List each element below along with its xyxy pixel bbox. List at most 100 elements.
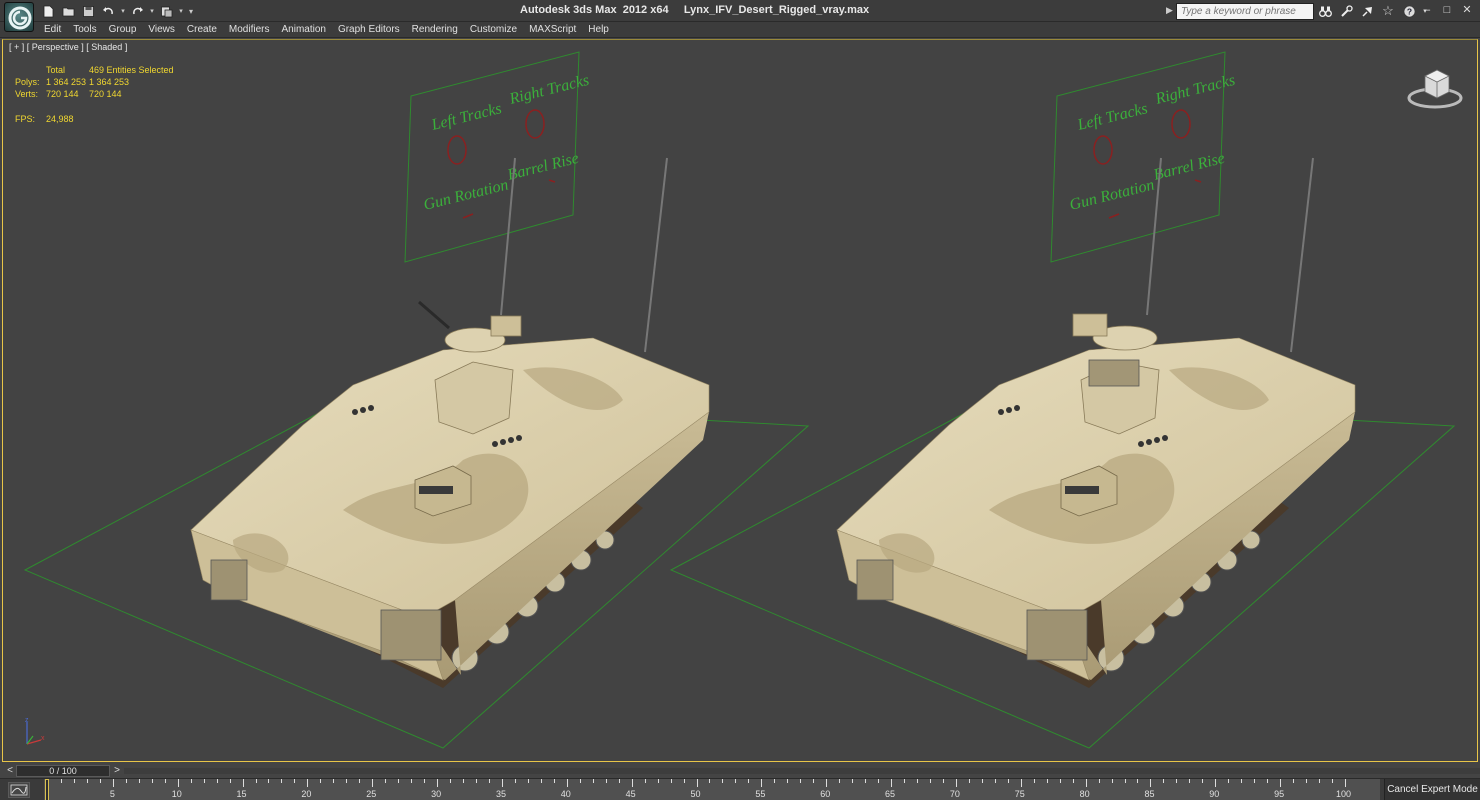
timeline-tick — [1241, 779, 1243, 783]
application-button[interactable] — [4, 2, 34, 32]
track-bar: 5 10 15 20 25 30 35 40 45 50 55 60 65 70 75 80 85 90 95 100… — [0, 778, 1480, 800]
new-file-icon — [43, 5, 54, 17]
timeline-tick — [968, 779, 970, 783]
timeline-tick — [177, 779, 179, 787]
timeline-tick-label: 95 — [1274, 789, 1285, 799]
timeline-tick — [307, 779, 309, 787]
statistics-overlay: Total 469 Entities Selected Polys: 1 364… — [15, 64, 199, 125]
menu-edit[interactable]: Edit — [44, 23, 67, 37]
vehicle-right[interactable]: Left Tracks Right Tracks Gun Rotation Ba… — [669, 51, 1456, 749]
timeline-tick — [112, 779, 114, 787]
control-panel-left[interactable]: Left Tracks Right Tracks Gun Rotation Ba… — [404, 51, 591, 263]
menu-tools[interactable]: Tools — [67, 23, 102, 37]
undo-button[interactable] — [100, 3, 117, 19]
new-file-button[interactable] — [40, 3, 57, 19]
control-panel-right[interactable]: Left Tracks Right Tracks Gun Rotation Ba… — [1050, 51, 1237, 263]
stats-fps-value: 24,988 — [46, 114, 74, 124]
timeline-tick — [955, 779, 957, 787]
search-input[interactable] — [1176, 3, 1314, 20]
timeline-tick — [1293, 779, 1295, 783]
timeline-ruler[interactable]: 5 10 15 20 25 30 35 40 45 50 55 60 65 70 75 80 85 90 95 100 — [44, 779, 1380, 800]
time-slider-thumb[interactable]: 0 / 100 — [16, 765, 110, 777]
minimize-button[interactable]: – — [1422, 3, 1432, 17]
subscription-center-button[interactable] — [1338, 3, 1354, 19]
undo-dropdown[interactable]: ▾ — [120, 3, 126, 19]
scene-render: Left Tracks Right Tracks Gun Rotation Ba… — [23, 51, 1456, 749]
timeline-tick — [722, 779, 724, 783]
timeline-tick — [774, 779, 776, 783]
3dsmax-logo-icon — [8, 6, 32, 30]
timeline-tick — [1189, 779, 1191, 783]
menu-customize[interactable]: Customize — [464, 23, 523, 37]
close-button[interactable]: ✕ — [1462, 3, 1472, 17]
wrench-key-icon — [1340, 4, 1353, 17]
timeline-tick — [138, 779, 140, 783]
menu-group[interactable]: Group — [103, 23, 143, 37]
timeline-tick-label: 20 — [301, 789, 312, 799]
timeline-tick — [592, 779, 594, 783]
viewport-label[interactable]: [ + ] [ Perspective ] [ Shaded ] — [9, 42, 127, 52]
menu-create[interactable]: Create — [181, 23, 223, 37]
menu-modifiers[interactable]: Modifiers — [223, 23, 276, 37]
stats-verts-label: Verts: — [15, 89, 39, 99]
undo-icon — [103, 6, 113, 14]
axis-tripod-icon: z x — [25, 717, 45, 745]
timeline-tick — [294, 779, 296, 783]
search-expand-icon[interactable]: ▶ — [1166, 5, 1173, 16]
timeline-tick-label: 75 — [1014, 789, 1025, 799]
timeline-tick — [346, 779, 348, 783]
time-slider-next-button[interactable]: > — [111, 764, 123, 777]
help-button[interactable]: ? — [1401, 3, 1417, 19]
timeline-tick-label: 65 — [885, 789, 896, 799]
stats-selected-header: 469 Entities Selected — [89, 65, 174, 75]
stats-verts-row: Verts: 720 144 720 144 — [15, 88, 199, 100]
vehicle-left[interactable]: Left Tracks Right Tracks Gun Rotation Ba… — [23, 51, 810, 749]
label-right-tracks: Right Tracks — [507, 72, 591, 108]
menu-graph-editors[interactable]: Graph Editors — [332, 23, 406, 37]
label-barrel-rise-right: Barrel Rise — [1152, 150, 1227, 184]
timeline-tick — [1202, 779, 1204, 783]
time-slider-track[interactable] — [124, 768, 1480, 774]
timeline-tick — [1254, 779, 1256, 783]
timeline-tick — [1059, 779, 1061, 783]
viewcube-icon[interactable] — [1405, 62, 1465, 112]
timeline-tick — [1137, 779, 1139, 783]
file-name: Lynx_IFV_Desert_Rigged_vray.max — [683, 4, 870, 16]
timeline-tick — [605, 779, 607, 783]
customize-toolbar-dropdown[interactable]: ▾ — [187, 3, 195, 19]
infocenter-toolbar: ☆ ? ▾ — [1317, 3, 1428, 19]
menu-animation[interactable]: Animation — [275, 23, 331, 37]
menu-rendering[interactable]: Rendering — [406, 23, 464, 37]
open-file-button[interactable] — [60, 3, 77, 19]
timeline-tick — [216, 779, 218, 783]
maximize-button[interactable]: □ — [1442, 3, 1452, 17]
redo-button[interactable] — [129, 3, 146, 19]
mini-curve-editor-button[interactable] — [8, 782, 30, 798]
timeline-tick — [865, 779, 867, 783]
curve-editor-icon — [10, 784, 28, 796]
timeline-tick — [566, 779, 568, 787]
communication-center-button[interactable] — [1359, 3, 1375, 19]
timeline-tick — [1150, 779, 1152, 787]
timeline-tick — [488, 779, 490, 783]
timeline-tick — [398, 779, 400, 783]
cancel-expert-mode-button[interactable]: Cancel Expert Mode — [1384, 779, 1480, 800]
menu-help[interactable]: Help — [582, 23, 615, 37]
menu-maxscript[interactable]: MAXScript — [523, 23, 582, 37]
svg-text:?: ? — [1406, 6, 1411, 16]
redo-dropdown[interactable]: ▾ — [149, 3, 155, 19]
stats-verts-total: 720 144 — [46, 89, 79, 99]
timeline-tick — [748, 779, 750, 783]
binoculars-search-button[interactable] — [1317, 3, 1333, 19]
project-folder-button[interactable] — [158, 3, 175, 19]
menu-views[interactable]: Views — [142, 23, 181, 37]
label-right-tracks-right: Right Tracks — [1153, 72, 1237, 108]
favorites-button[interactable]: ☆ — [1380, 3, 1396, 19]
save-file-button[interactable] — [80, 3, 97, 19]
perspective-viewport[interactable]: Left Tracks Right Tracks Gun Rotation Ba… — [2, 39, 1478, 762]
timeline-tick — [1072, 779, 1074, 783]
current-frame-marker[interactable] — [45, 779, 49, 800]
time-slider-prev-button[interactable]: < — [4, 764, 16, 777]
timeline-tick — [579, 779, 581, 783]
project-folder-dropdown[interactable]: ▾ — [178, 3, 184, 19]
